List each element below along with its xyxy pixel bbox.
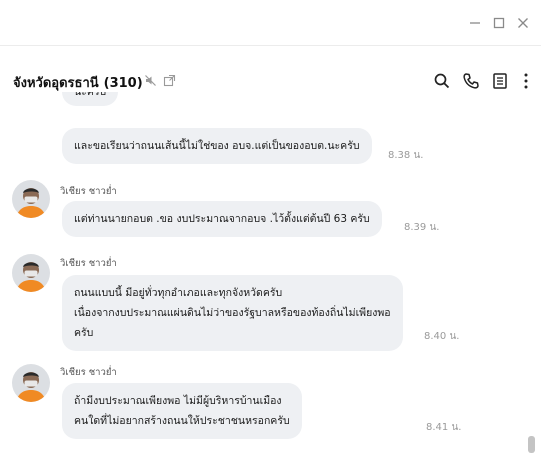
message-time: 8.38 น. (388, 150, 424, 161)
avatar[interactable] (12, 364, 50, 402)
more-icon[interactable] (516, 71, 536, 91)
message-text: และขอเรียนว่าถนนเส้นนี้ไม่ใช่ของ อบจ.แต่… (74, 140, 360, 152)
member-count[interactable]: (310) (104, 76, 143, 91)
message-bubble[interactable]: ถ้ามีงบประมาณเพียงพอ ไม่มีผู้บริหารบ้านเ… (62, 383, 302, 439)
message-text: ครับ (74, 327, 94, 339)
message-bubble[interactable]: นะครับ (62, 92, 119, 106)
avatar[interactable] (12, 180, 50, 218)
search-icon[interactable] (432, 71, 452, 91)
sender-name: วิเชียร ชาวย่ำ (60, 258, 117, 269)
minimize-icon[interactable] (464, 12, 486, 34)
maximize-icon[interactable] (488, 12, 510, 34)
message-text: ถ้ามีงบประมาณเพียงพอ ไม่มีผู้บริหารบ้านเ… (74, 395, 282, 407)
window-titlebar (0, 0, 541, 44)
chat-name: จังหวัดอุดรธานี (13, 76, 99, 91)
message-text: เนื่องจากงบประมาณแผ่นดินไม่ว่าของรัฐบาลห… (74, 307, 391, 319)
message-time: 8.39 น. (404, 222, 440, 233)
message-text: นะครับ (74, 92, 107, 98)
phone-icon[interactable] (461, 71, 481, 91)
message-bubble[interactable]: ถนนแบบนี้ มีอยู่ทั่วทุกอำเภอและทุกจังหวั… (62, 275, 403, 351)
notes-icon[interactable] (490, 71, 510, 91)
sender-name: วิเชียร ชาวย่ำ (60, 186, 117, 197)
chat-title[interactable]: จังหวัดอุดรธานี (310) (13, 72, 143, 93)
message-text: ถนนแบบนี้ มีอยู่ทั่วทุกอำเภอและทุกจังหวั… (74, 287, 283, 299)
external-link-icon[interactable] (163, 72, 176, 87)
message-text: คนใดที่ไม่อยากสร้างถนนให้ประชาชนหรอกครับ (74, 415, 290, 427)
mute-icon (144, 72, 157, 86)
close-icon[interactable] (512, 12, 534, 34)
message-bubble[interactable]: แต่ท่านนายกอบต .ขอ งบประมาณจากอบจ .ไว้ตั… (62, 201, 382, 237)
scrollbar[interactable] (528, 436, 535, 453)
sender-name: วิเชียร ชาวย่ำ (60, 367, 117, 378)
message-text: แต่ท่านนายกอบต .ขอ งบประมาณจากอบจ .ไว้ตั… (74, 213, 370, 225)
message-time: 8.41 น. (426, 422, 462, 433)
message-list[interactable]: นะครับ และขอเรียนว่าถนนเส้นนี้ไม่ใช่ของ … (0, 92, 541, 453)
avatar[interactable] (12, 254, 50, 292)
message-time: 8.40 น. (424, 331, 460, 342)
message-bubble[interactable]: และขอเรียนว่าถนนเส้นนี้ไม่ใช่ของ อบจ.แต่… (62, 128, 372, 164)
